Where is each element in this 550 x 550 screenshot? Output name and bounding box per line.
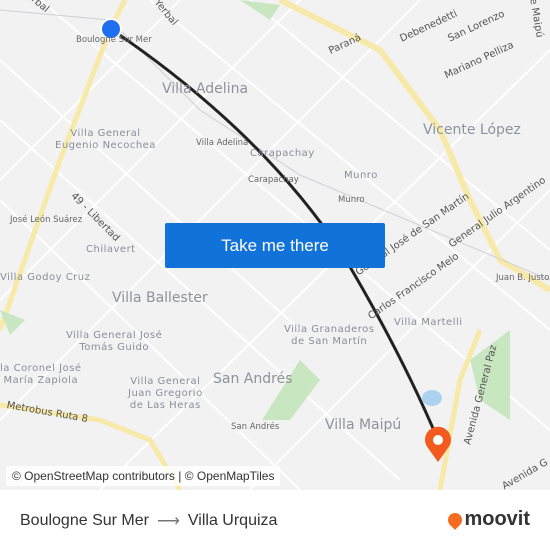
area-label: Carapachay: [250, 148, 315, 159]
take-me-there-button[interactable]: Take me there: [165, 223, 385, 268]
map[interactable]: Boulogne Sur Mer Yerbal rbal Villa Adeli…: [0, 0, 550, 490]
area-label: Chilavert: [86, 244, 136, 255]
arrow-right-icon: ⟶: [156, 513, 180, 530]
route-summary: Boulogne Sur Mer ⟶ Villa Urquiza: [20, 511, 277, 531]
area-label: Munro: [344, 170, 378, 181]
station-label: Boulogne Sur Mer: [76, 35, 152, 45]
area-label: Villa General Juan Gregorio de Las Heras: [128, 376, 203, 411]
area-label: Villa Granaderos de San Martín: [284, 324, 375, 347]
area-label: Vicente López: [423, 122, 521, 138]
area-label: Villa Godoy Cruz: [0, 272, 91, 283]
footer: Boulogne Sur Mer ⟶ Villa Urquiza moovit: [0, 490, 550, 550]
area-label: la Coronel José María Zapiola: [0, 363, 82, 386]
brand-name: moovit: [464, 508, 530, 530]
station-label: Villa Adelina: [196, 138, 249, 148]
moovit-pin-icon: [445, 509, 466, 530]
station-label: San Andrés: [231, 422, 280, 432]
area-label: San Andrés: [213, 371, 293, 387]
moovit-logo[interactable]: moovit: [445, 508, 530, 531]
station-label: Munro: [338, 195, 365, 205]
station-label: Juan B. Justo: [496, 273, 550, 283]
destination-name: Villa Urquiza: [187, 512, 278, 529]
station-label: Carapachay: [248, 175, 299, 185]
area-label: Villa Ballester: [112, 290, 208, 306]
area-label: Villa Adelina: [162, 81, 249, 97]
area-label: Villa Maipú: [325, 417, 402, 433]
station-label: José León Suárez: [10, 215, 83, 225]
origin-name: Boulogne Sur Mer: [20, 512, 149, 529]
map-attribution[interactable]: © OpenStreetMap contributors | © OpenMap…: [6, 466, 281, 486]
area-label: Villa General José Tomás Guido: [66, 330, 163, 353]
area-label: Villa General Eugenio Necochea: [55, 128, 156, 151]
area-label: Villa Martelli: [394, 317, 463, 328]
